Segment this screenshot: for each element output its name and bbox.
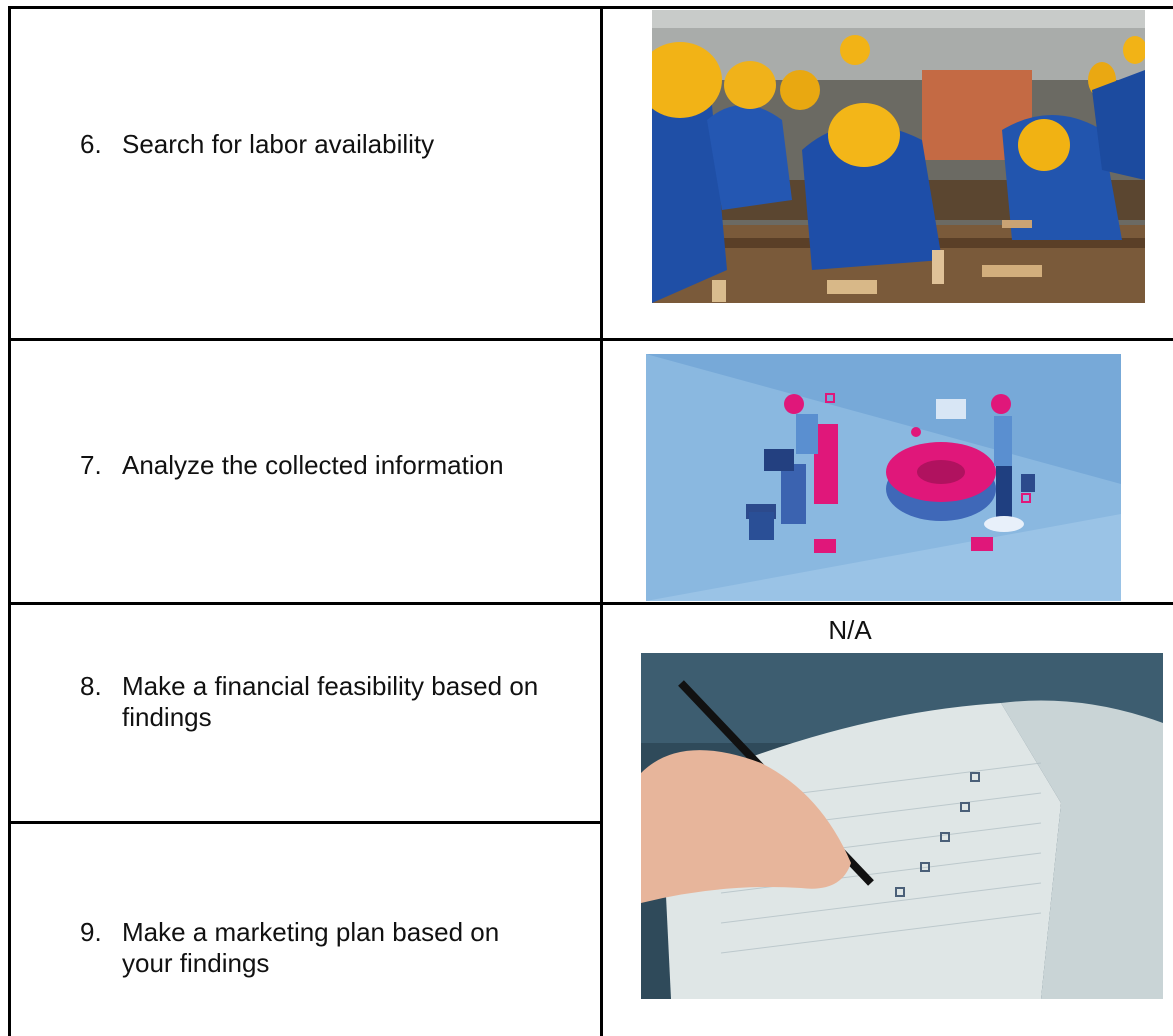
step-number: 9.: [80, 917, 102, 947]
step-row-6: 6. Search for labor availability: [80, 129, 582, 160]
step-number: 6.: [80, 129, 102, 159]
step-row-7: 7. Analyze the collected information: [80, 450, 592, 481]
na-label: N/A: [828, 615, 872, 645]
writing-checklist-photo: [641, 653, 1163, 999]
step-text: Make a financial feasibility based on fi…: [122, 671, 539, 732]
step-row-8: 8. Make a financial feasibility based on…: [80, 671, 582, 733]
row-divider-1: [8, 338, 1173, 341]
table-border-left: [8, 6, 11, 1036]
step-number: 8.: [80, 671, 102, 701]
table-column-divider: [600, 6, 603, 1036]
workers-woodshop-photo: [652, 10, 1145, 303]
step-number: 7.: [80, 450, 102, 480]
step-text: Analyze the collected information: [122, 450, 504, 480]
row-divider-2: [8, 602, 1173, 605]
table-border-top: [8, 6, 1173, 9]
data-analysis-illustration: [646, 354, 1121, 601]
row-divider-3: [8, 821, 603, 824]
step-text: Make a marketing plan based on your find…: [122, 917, 500, 978]
step-row-9: 9. Make a marketing plan based on your f…: [80, 917, 552, 979]
step-text: Search for labor availability: [122, 129, 435, 159]
